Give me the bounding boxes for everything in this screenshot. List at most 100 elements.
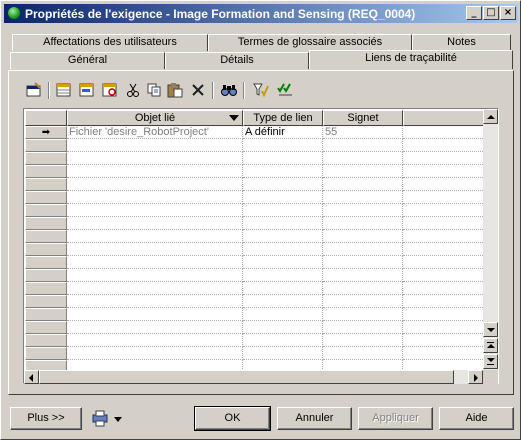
empty-cell[interactable] <box>243 243 323 256</box>
empty-cell[interactable] <box>243 152 323 165</box>
column-header-bookmark[interactable]: Signet <box>323 110 403 126</box>
scroll-right-button[interactable] <box>468 370 483 384</box>
row-header[interactable] <box>25 295 67 308</box>
empty-cell[interactable] <box>67 204 243 217</box>
maximize-button[interactable]: □ <box>483 6 499 20</box>
empty-cell[interactable] <box>67 347 243 360</box>
horizontal-scrollbar[interactable] <box>24 370 483 384</box>
row-header[interactable] <box>25 139 67 152</box>
empty-cell[interactable] <box>243 282 323 295</box>
row-header[interactable] <box>25 347 67 360</box>
empty-cell[interactable] <box>243 256 323 269</box>
row-header[interactable] <box>25 256 67 269</box>
row-header[interactable] <box>25 230 67 243</box>
row-header[interactable] <box>25 334 67 347</box>
cell-linked-object[interactable]: Fichier 'desire_RobotProject' <box>67 126 243 139</box>
row-header[interactable] <box>25 165 67 178</box>
empty-cell[interactable] <box>67 165 243 178</box>
empty-cell[interactable] <box>67 334 243 347</box>
column-header-link-type[interactable]: Type de lien <box>243 110 323 126</box>
row-header[interactable] <box>25 191 67 204</box>
tab-notes[interactable]: Notes <box>412 34 511 51</box>
apply-button[interactable]: Appliquer <box>358 407 433 430</box>
scroll-down-button[interactable] <box>483 322 498 337</box>
column-header-linked-object[interactable]: Objet lié <box>67 110 243 126</box>
row-header[interactable] <box>25 152 67 165</box>
empty-cell[interactable] <box>323 295 403 308</box>
help-button[interactable]: Aide <box>439 407 514 430</box>
more-button[interactable]: Plus >> <box>10 407 82 430</box>
empty-cell[interactable] <box>67 139 243 152</box>
scroll-bottom-button[interactable] <box>483 354 498 369</box>
empty-cell[interactable] <box>243 191 323 204</box>
find-icon[interactable] <box>220 81 238 99</box>
copy-icon[interactable] <box>145 81 163 99</box>
empty-cell[interactable] <box>323 334 403 347</box>
tab-glossary-terms[interactable]: Termes de glossaire associés <box>208 34 412 51</box>
empty-cell[interactable] <box>243 347 323 360</box>
empty-cell[interactable] <box>243 334 323 347</box>
empty-cell[interactable] <box>67 282 243 295</box>
empty-cell[interactable] <box>323 165 403 178</box>
empty-cell[interactable] <box>323 347 403 360</box>
row-header[interactable] <box>25 243 67 256</box>
row-header[interactable] <box>25 178 67 191</box>
cell-link-type[interactable]: A définir <box>243 126 323 139</box>
empty-cell[interactable] <box>67 243 243 256</box>
empty-cell[interactable] <box>67 321 243 334</box>
empty-cell[interactable] <box>67 295 243 308</box>
empty-cell[interactable] <box>323 282 403 295</box>
row-header[interactable] <box>25 308 67 321</box>
ok-button[interactable]: OK <box>194 406 271 431</box>
empty-cell[interactable] <box>67 256 243 269</box>
dropdown-arrow-icon[interactable] <box>229 115 239 121</box>
row-header[interactable] <box>25 269 67 282</box>
tab-details[interactable]: Détails <box>165 52 309 69</box>
empty-cell[interactable] <box>67 152 243 165</box>
customize-columns-icon[interactable] <box>276 81 294 99</box>
empty-cell[interactable] <box>323 204 403 217</box>
empty-cell[interactable] <box>243 217 323 230</box>
filter-icon[interactable] <box>252 81 270 99</box>
empty-cell[interactable] <box>67 230 243 243</box>
row-header[interactable]: ➡ <box>25 126 67 139</box>
empty-cell[interactable] <box>323 152 403 165</box>
empty-cell[interactable] <box>243 230 323 243</box>
insert-row-icon[interactable] <box>78 81 96 99</box>
row-header[interactable] <box>25 204 67 217</box>
scroll-top-button[interactable] <box>483 338 498 353</box>
empty-cell[interactable] <box>323 217 403 230</box>
empty-cell[interactable] <box>243 178 323 191</box>
cell-bookmark[interactable]: 55 <box>323 126 403 139</box>
empty-cell[interactable] <box>243 308 323 321</box>
delete-icon[interactable] <box>189 81 207 99</box>
cut-icon[interactable] <box>124 81 142 99</box>
add-objects-icon[interactable] <box>101 81 119 99</box>
scroll-up-button[interactable] <box>483 109 498 124</box>
empty-cell[interactable] <box>323 139 403 152</box>
scroll-left-button[interactable] <box>24 370 39 384</box>
row-header[interactable] <box>25 217 67 230</box>
row-header[interactable] <box>25 282 67 295</box>
tab-general[interactable]: Général <box>10 52 165 69</box>
empty-cell[interactable] <box>67 217 243 230</box>
empty-cell[interactable] <box>243 139 323 152</box>
empty-cell[interactable] <box>323 308 403 321</box>
scroll-thumb[interactable] <box>39 370 454 384</box>
close-button[interactable]: × <box>500 6 516 20</box>
minimize-button[interactable]: _ <box>466 6 482 20</box>
empty-cell[interactable] <box>67 308 243 321</box>
paste-icon[interactable] <box>166 81 184 99</box>
print-menu-button[interactable] <box>91 409 131 429</box>
empty-cell[interactable] <box>323 191 403 204</box>
empty-cell[interactable] <box>243 269 323 282</box>
vertical-scrollbar[interactable] <box>483 109 498 370</box>
add-rows-icon[interactable] <box>55 81 73 99</box>
cancel-button[interactable]: Annuler <box>277 407 352 430</box>
empty-cell[interactable] <box>323 269 403 282</box>
empty-cell[interactable] <box>67 269 243 282</box>
empty-cell[interactable] <box>323 321 403 334</box>
empty-cell[interactable] <box>243 165 323 178</box>
properties-icon[interactable] <box>25 81 43 99</box>
row-header[interactable] <box>25 321 67 334</box>
